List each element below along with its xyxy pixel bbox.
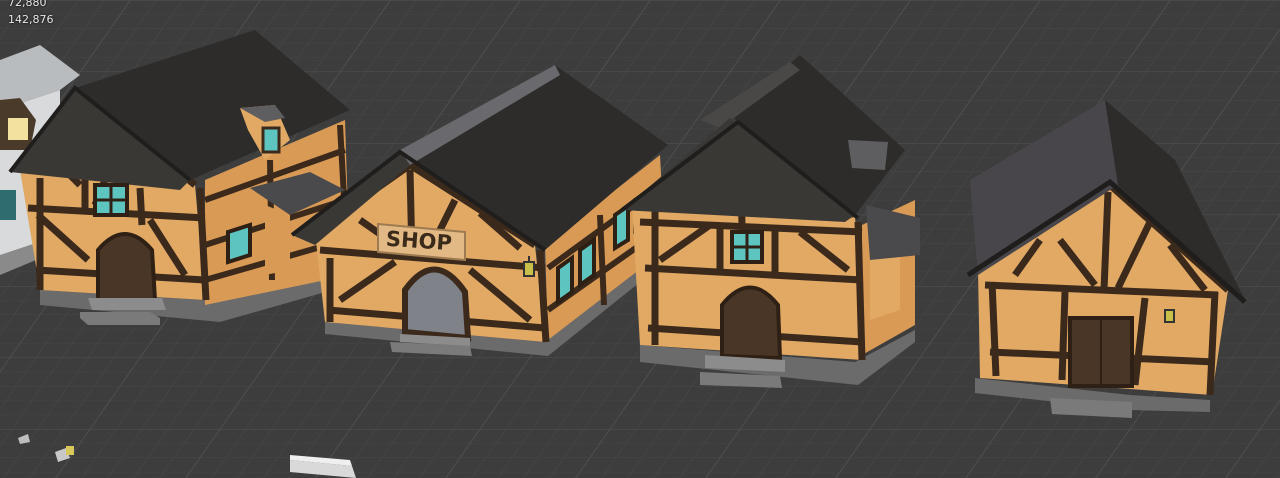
shop-sign-text: SHOP [385,227,452,256]
3d-viewport[interactable]: SHOP 72,880 142,876 [0,0,1280,478]
stats-overlay: 72,880 142,876 [8,0,54,28]
stats-line-2: 142,876 [8,13,54,26]
scene-canvas[interactable]: SHOP [0,0,1280,478]
lantern-icon [1164,309,1175,323]
stats-line-1: 72,880 [8,0,47,9]
